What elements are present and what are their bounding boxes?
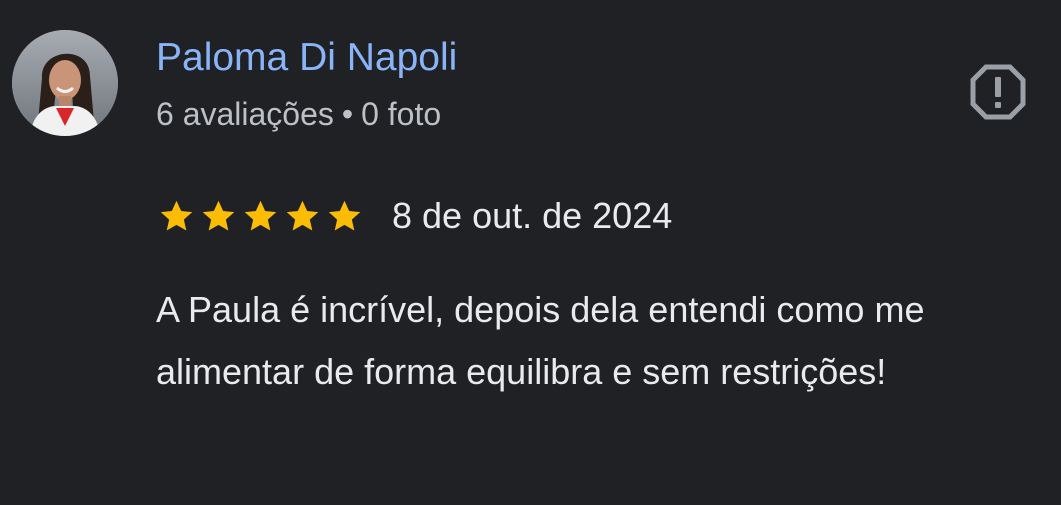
report-icon [970, 64, 1026, 120]
review-card: Paloma Di Napoli 6 avaliações • 0 foto 8 d… [0, 0, 1061, 505]
rating-row: 8 de out. de 2024 [158, 196, 672, 236]
reviewer-avatar[interactable] [12, 30, 118, 136]
photo-count: 0 foto [361, 96, 442, 132]
reviewer-meta: 6 avaliações • 0 foto [156, 94, 441, 134]
reviewer-name[interactable]: Paloma Di Napoli [156, 35, 457, 81]
review-date: 8 de out. de 2024 [392, 195, 673, 236]
star-rating [158, 198, 368, 234]
star-icon [202, 200, 235, 231]
meta-separator: • [341, 96, 354, 132]
review-text: A Paula é incrível, depois dela entendi … [156, 289, 925, 392]
star-icon [244, 200, 277, 231]
avatar-image [12, 30, 118, 136]
report-button[interactable] [968, 62, 1028, 122]
star-icon [286, 200, 319, 231]
review-count: 6 avaliações [156, 96, 334, 132]
star-icon [328, 200, 361, 231]
star-icon [160, 200, 193, 231]
